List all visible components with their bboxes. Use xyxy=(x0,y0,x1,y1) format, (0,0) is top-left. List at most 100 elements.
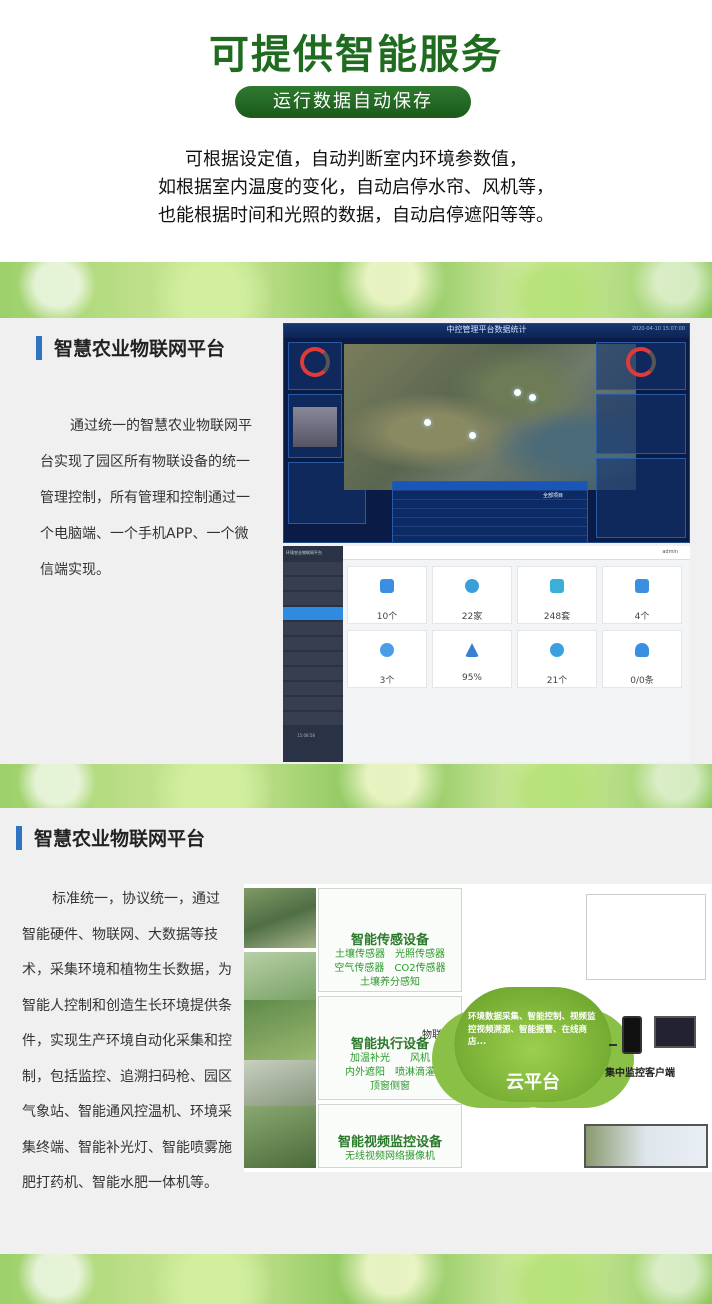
monitor-icon xyxy=(654,1016,696,1048)
cloud-services: 环境数据采集、智能控制、视频监控视频溯源、智能报警、在线商店... xyxy=(468,1012,596,1047)
actuator-item: 喷淋滴灌 xyxy=(395,1067,435,1078)
device-status-panel xyxy=(288,342,342,390)
stat-card[interactable]: 22家 xyxy=(432,566,512,624)
sensor-item: 土壤养分感知 xyxy=(360,977,420,988)
stat-value: 248套 xyxy=(543,612,571,622)
greenhouse-photo xyxy=(244,888,316,948)
video-box: 智能视频监控设备 无线视频网络摄像机 xyxy=(318,1104,462,1168)
hero-pill: 运行数据自动保存 xyxy=(235,86,471,118)
stat-card[interactable]: 95% xyxy=(432,630,512,688)
sidebar-item[interactable] xyxy=(283,637,343,650)
sidebar-item[interactable] xyxy=(283,562,343,575)
section2-paragraph: 标准统一，协议统一，通过智能硬件、物联网、大数据等技术，采集环境和植物生长数据，… xyxy=(22,891,232,1191)
admin-user[interactable]: admin xyxy=(662,549,678,555)
sidebar-item[interactable] xyxy=(283,667,343,680)
stat-card[interactable]: 21个 xyxy=(517,630,597,688)
video-item: 无线视频网络摄像机 xyxy=(345,1151,435,1162)
camera-photo xyxy=(244,1106,316,1168)
router-icon xyxy=(550,579,564,593)
alarm-record-panel xyxy=(596,394,686,454)
sidebar-item[interactable] xyxy=(283,652,343,665)
section1-paragraph: 通过统一的智慧农业物联网平台实现了园区所有物联设备的统一管理控制，所有管理和控制… xyxy=(40,418,252,578)
sidebar-item-active[interactable] xyxy=(283,607,343,620)
grid-icon xyxy=(380,579,394,593)
sensor-title: 智能传感设备 xyxy=(350,933,429,948)
sensor-item: CO2传感器 xyxy=(394,963,446,974)
stat-card[interactable]: 4个 xyxy=(602,566,682,624)
sidebar-time: 15:08:58 xyxy=(297,733,315,738)
admin-sidebar: 环境农业物联网平台 15:08:58 xyxy=(283,546,343,762)
arrow-icon xyxy=(609,1044,617,1046)
alarm-gauge-panel xyxy=(596,342,686,390)
hero-title: 可提供智能服务 xyxy=(209,32,503,78)
sensor-icons xyxy=(319,889,461,929)
table-header-row: 全部项目 xyxy=(393,482,587,499)
project-table: 全部项目 xyxy=(392,481,588,542)
hero-line: 如根据室内温度的变化，自动启停水帘、风机等， xyxy=(158,177,554,198)
actuator-item: 风机 xyxy=(410,1053,430,1064)
map-marker-icon xyxy=(424,419,431,426)
dashboard-screenshot: 中控管理平台数据统计 2020-04-10 15:07:00 全部项目 xyxy=(283,323,690,543)
gauge-icon xyxy=(626,347,656,377)
stat-value: 10个 xyxy=(376,612,398,622)
cloud-platform: 环境数据采集、智能控制、视频监控视频溯源、智能报警、在线商店... 云平台 xyxy=(454,987,612,1102)
camera-icons xyxy=(319,1105,461,1131)
stat-card[interactable]: 0/0条 xyxy=(602,630,682,688)
section2-heading-text: 智慧农业物联网平台 xyxy=(34,828,206,850)
heading-accent xyxy=(16,825,22,850)
sensor-item: 土壤传感器 xyxy=(335,949,385,960)
stat-card[interactable]: 248套 xyxy=(517,566,597,624)
monitor-screen-preview xyxy=(586,894,706,980)
stat-card[interactable]: 10个 xyxy=(347,566,427,624)
actuator-item: 内外遮阳 xyxy=(345,1067,385,1078)
actuator-item: 顶窗侧窗 xyxy=(370,1081,410,1092)
wifi-icon xyxy=(550,643,564,657)
dashboard-title: 中控管理平台数据统计 xyxy=(284,324,689,338)
sidebar-item[interactable] xyxy=(283,592,343,605)
stat-value: 95% xyxy=(461,673,482,683)
stat-value: 0/0条 xyxy=(630,676,654,686)
crop-photo xyxy=(244,1000,316,1060)
heading-accent xyxy=(36,335,42,360)
phone-icon xyxy=(622,1016,642,1054)
map-marker-icon xyxy=(529,394,536,401)
admin-topbar: admin xyxy=(343,546,690,560)
hero-line: 可根据设定值，自动判断室内环境参数值， xyxy=(185,149,527,170)
section2-heading: 智慧农业物联网平台 xyxy=(16,824,205,851)
sidebar-item[interactable] xyxy=(283,697,343,710)
signal-icon xyxy=(465,579,479,593)
sidebar-item[interactable] xyxy=(283,577,343,590)
hero-section: 可提供智能服务 运行数据自动保存 可根据设定值，自动判断室内环境参数值， 如根据… xyxy=(0,0,712,262)
bokeh-band-top xyxy=(0,262,712,318)
admin-app-name: 环境农业物联网平台 xyxy=(286,550,322,555)
stat-card[interactable]: 3个 xyxy=(347,630,427,688)
actuator-item: 加温补光 xyxy=(350,1053,390,1064)
data-stats-panel xyxy=(596,458,686,538)
bokeh-band-bottom xyxy=(0,1254,712,1304)
sensor-item: 光照传感器 xyxy=(395,949,445,960)
camera-panel xyxy=(288,394,342,458)
iot-diagram: 智能传感设备 土壤传感器 光照传感器 空气传感器 CO2传感器 土壤养分感知 智… xyxy=(244,884,712,1172)
table-row xyxy=(393,509,587,518)
hand-icon xyxy=(635,579,649,593)
table-row xyxy=(393,518,587,527)
map-marker-icon xyxy=(514,389,521,396)
sidebar-item[interactable] xyxy=(283,682,343,695)
section1-heading: 智慧农业物联网平台 xyxy=(36,334,225,361)
cloud-name: 云平台 xyxy=(506,1072,560,1093)
sidebar-item[interactable] xyxy=(283,622,343,635)
video-title: 智能视频监控设备 xyxy=(337,1135,442,1150)
dashboard-time: 2020-04-10 15:07:00 xyxy=(631,326,685,332)
map-marker-icon xyxy=(469,432,476,439)
users-icon xyxy=(380,643,394,657)
actuator-box: 智能执行设备 加温补光 风机 内外遮阳 喷淋滴灌 顶窗侧窗 xyxy=(318,996,462,1100)
satellite-map xyxy=(344,344,636,490)
mobile-devices-photo xyxy=(584,1124,708,1168)
stat-value: 4个 xyxy=(634,612,650,622)
hero-line: 也能根据时间和光照的数据，自动启停遮阳等等。 xyxy=(158,205,554,226)
bokeh-band-middle xyxy=(0,764,712,808)
sidebar-item[interactable] xyxy=(283,712,343,725)
hero-description: 可根据设定值，自动判断室内环境参数值， 如根据室内温度的变化，自动启停水帘、风机… xyxy=(40,146,672,230)
sensor-box: 智能传感设备 土壤传感器 光照传感器 空气传感器 CO2传感器 土壤养分感知 xyxy=(318,888,462,992)
warning-icon xyxy=(465,643,479,657)
